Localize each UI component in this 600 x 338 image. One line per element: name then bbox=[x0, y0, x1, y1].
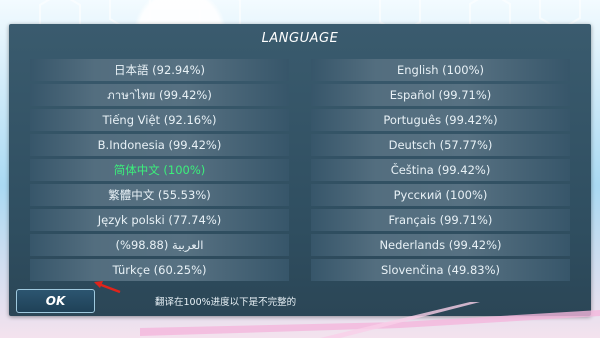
language-row: ภาษาไทย (99.42%) Español (99.71%) bbox=[30, 84, 570, 106]
language-dialog: LANGUAGE 日本語 (92.94%) English (100%) ภาษาไ… bbox=[9, 24, 591, 316]
language-option[interactable]: English (100%) bbox=[311, 59, 570, 81]
pink-light-decoration bbox=[140, 302, 600, 338]
language-row: 简体中文 (100%) Čeština (99.42%) bbox=[30, 159, 570, 181]
language-option[interactable]: Español (99.71%) bbox=[311, 84, 570, 106]
language-row: 日本語 (92.94%) English (100%) bbox=[30, 59, 570, 81]
language-option[interactable]: 繁體中文 (55.53%) bbox=[30, 184, 289, 206]
ok-button[interactable]: OK bbox=[16, 289, 95, 313]
language-option[interactable]: العربية (98.88%) bbox=[30, 234, 289, 256]
language-option[interactable]: Slovenčina (49.83%) bbox=[311, 259, 570, 281]
red-arrow-annotation bbox=[94, 281, 121, 294]
language-row: B.Indonesia (99.42%) Deutsch (57.77%) bbox=[30, 134, 570, 156]
language-option[interactable]: Português (99.42%) bbox=[311, 109, 570, 131]
language-option[interactable]: B.Indonesia (99.42%) bbox=[30, 134, 289, 156]
language-row: العربية (98.88%) Nederlands (99.42%) bbox=[30, 234, 570, 256]
language-option[interactable]: Deutsch (57.77%) bbox=[311, 134, 570, 156]
language-option[interactable]: Türkçe (60.25%) bbox=[30, 259, 289, 281]
language-option[interactable]: 日本語 (92.94%) bbox=[30, 59, 289, 81]
language-option[interactable]: Nederlands (99.42%) bbox=[311, 234, 570, 256]
language-option[interactable]: Język polski (77.74%) bbox=[30, 209, 289, 231]
language-option[interactable]: Čeština (99.42%) bbox=[311, 159, 570, 181]
language-row: Tiếng Việt (92.16%) Português (99.42%) bbox=[30, 109, 570, 131]
language-row: 繁體中文 (55.53%) Русский (100%) bbox=[30, 184, 570, 206]
language-option[interactable]: Русский (100%) bbox=[311, 184, 570, 206]
language-option[interactable]: Français (99.71%) bbox=[311, 209, 570, 231]
dialog-title: LANGUAGE bbox=[261, 31, 339, 46]
language-option[interactable]: ภาษาไทย (99.42%) bbox=[30, 84, 289, 106]
language-option-selected[interactable]: 简体中文 (100%) bbox=[30, 159, 289, 181]
language-row: Język polski (77.74%) Français (99.71%) bbox=[30, 209, 570, 231]
language-option[interactable]: Tiếng Việt (92.16%) bbox=[30, 109, 289, 131]
